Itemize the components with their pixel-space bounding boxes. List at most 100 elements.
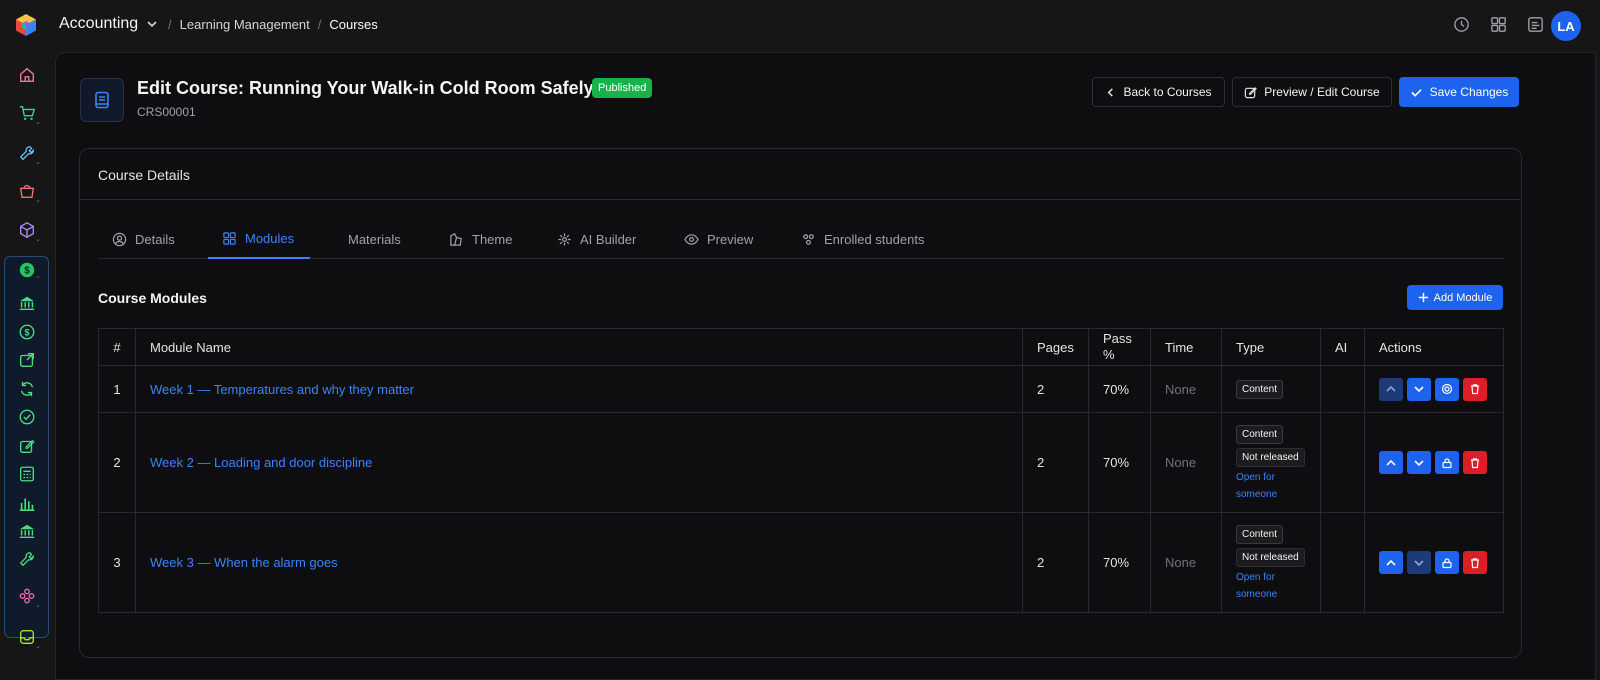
column-header-number: #	[98, 328, 136, 366]
table-row: 1 Week 1 — Temperatures and why they mat…	[98, 365, 1504, 413]
app-logo-icon[interactable]	[14, 13, 38, 37]
sidebar-item-accounting[interactable]: $ ⌃	[4, 253, 49, 287]
column-header-ai: AI	[1320, 328, 1365, 366]
access-button[interactable]	[1435, 377, 1459, 401]
add-module-button[interactable]: Add Module	[1407, 285, 1503, 310]
column-header-pages: Pages	[1022, 328, 1089, 366]
release-status-badge: Not released	[1236, 547, 1305, 567]
tab-ai-builder[interactable]: AI Builder	[557, 219, 636, 259]
wrench-icon	[19, 146, 34, 161]
move-down-button[interactable]	[1407, 551, 1431, 574]
row-number: 3	[98, 512, 136, 613]
palette-icon	[450, 232, 462, 246]
type-badge: Content	[1236, 379, 1284, 399]
sidebar-item-tools[interactable]: ⌄	[4, 136, 49, 170]
clock-icon[interactable]	[1452, 15, 1471, 34]
delete-button[interactable]	[1463, 377, 1487, 401]
tab-bar: Details Modules Materials Theme AI Build…	[98, 219, 1504, 259]
breadcrumb-learning-management[interactable]: Learning Management	[180, 17, 310, 32]
tab-preview[interactable]: Preview	[684, 219, 753, 259]
type-badge: Content	[1236, 424, 1284, 444]
move-up-button[interactable]	[1379, 451, 1403, 474]
sidebar-item-purchasing[interactable]: ⌄	[4, 174, 49, 208]
type-badge: Content	[1236, 524, 1284, 544]
basket-icon	[19, 184, 34, 198]
notes-icon[interactable]	[1526, 15, 1545, 34]
delete-button[interactable]	[1463, 551, 1487, 574]
sidebar: ⌄ ⌄ ⌄ ⌄ $ ⌃ $ ⌄ ⌄	[4, 53, 49, 680]
eye-icon	[684, 233, 699, 245]
trash-icon	[1471, 457, 1479, 468]
svg-text:$: $	[24, 328, 29, 338]
modules-table: # Module Name Pages Pass % Time Type AI …	[98, 328, 1504, 613]
sidebar-item-inventory[interactable]: ⌄	[4, 213, 49, 247]
back-to-courses-button[interactable]: Back to Courses	[1092, 77, 1225, 107]
inbox-icon	[19, 630, 34, 644]
breadcrumb: / Learning Management / Courses	[168, 17, 378, 32]
move-down-button[interactable]	[1407, 377, 1431, 401]
top-bar: Accounting / Learning Management / Cours…	[0, 0, 1600, 52]
dollar-icon: $	[19, 262, 34, 278]
open-for-link[interactable]: Open for someone	[1236, 569, 1306, 603]
tab-modules[interactable]: Modules	[208, 219, 310, 259]
lock-access-button[interactable]	[1435, 451, 1459, 474]
tab-enrolled-students[interactable]: Enrolled students	[801, 219, 924, 259]
grid-icon	[223, 231, 236, 245]
sidebar-item-sales[interactable]: ⌄	[4, 96, 49, 130]
svg-text:$: $	[24, 266, 30, 277]
table-row: 2 Week 2 — Loading and door discipline 2…	[98, 412, 1504, 513]
time-cell: None	[1150, 412, 1222, 513]
open-for-link[interactable]: Open for someone	[1236, 469, 1306, 503]
move-down-button[interactable]	[1407, 451, 1431, 474]
time-cell: None	[1150, 512, 1222, 613]
edit-icon	[19, 439, 35, 453]
cart-icon	[19, 106, 35, 121]
app-name: Accounting	[59, 15, 139, 32]
release-status-badge: Not released	[1236, 447, 1305, 467]
app-switcher[interactable]: Accounting	[59, 15, 158, 33]
course-details-card: Course Details Details Modules Materials…	[79, 148, 1522, 658]
chevron-down-icon	[1414, 386, 1424, 393]
row-number: 1	[98, 365, 136, 413]
time-cell: None	[1150, 365, 1222, 413]
sidebar-item-hr[interactable]: ⌄	[4, 579, 49, 613]
course-icon	[80, 78, 124, 122]
chevron-down-icon	[147, 21, 157, 28]
bank-icon	[19, 296, 34, 311]
module-name-link[interactable]: Week 3 — When the alarm goes	[150, 555, 338, 570]
chevron-up-icon	[1386, 459, 1396, 466]
save-changes-button[interactable]: Save Changes	[1399, 77, 1519, 107]
tab-details[interactable]: Details	[112, 219, 175, 259]
row-number: 2	[98, 412, 136, 513]
flower-icon	[19, 588, 34, 604]
move-up-button[interactable]	[1379, 377, 1403, 401]
breadcrumb-courses[interactable]: Courses	[329, 17, 377, 32]
check-icon	[1410, 88, 1422, 97]
avatar[interactable]: LA	[1551, 11, 1581, 41]
tab-theme[interactable]: Theme	[449, 219, 512, 259]
column-header-type: Type	[1221, 328, 1321, 366]
box-icon	[19, 222, 34, 238]
chevron-down-icon	[1414, 459, 1424, 466]
column-header-module-name: Module Name	[135, 328, 1023, 366]
module-name-link[interactable]: Week 1 — Temperatures and why they matte…	[150, 382, 414, 397]
status-badge: Published	[592, 78, 653, 98]
preview-edit-course-button[interactable]: Preview / Edit Course	[1232, 77, 1392, 107]
lock-access-button[interactable]	[1435, 551, 1459, 574]
delete-button[interactable]	[1463, 451, 1487, 474]
sidebar-item-inbox[interactable]: ⌄	[4, 620, 49, 654]
tab-materials[interactable]: Materials	[348, 219, 401, 259]
module-name-link[interactable]: Week 2 — Loading and door discipline	[150, 455, 372, 470]
course-modules-title: Course Modules	[98, 290, 207, 306]
course-code: CRS00001	[137, 105, 196, 119]
grid-icon[interactable]	[1489, 15, 1508, 34]
column-header-pass: Pass %	[1088, 328, 1151, 366]
lock-icon	[1442, 457, 1452, 468]
sidebar-item-home[interactable]	[4, 58, 49, 92]
column-header-actions: Actions	[1364, 328, 1504, 366]
users-icon	[803, 233, 814, 245]
sidebar-subitem-settings[interactable]	[4, 542, 49, 576]
book-icon	[95, 91, 109, 109]
move-up-button[interactable]	[1379, 551, 1403, 574]
refresh-icon	[20, 381, 33, 397]
